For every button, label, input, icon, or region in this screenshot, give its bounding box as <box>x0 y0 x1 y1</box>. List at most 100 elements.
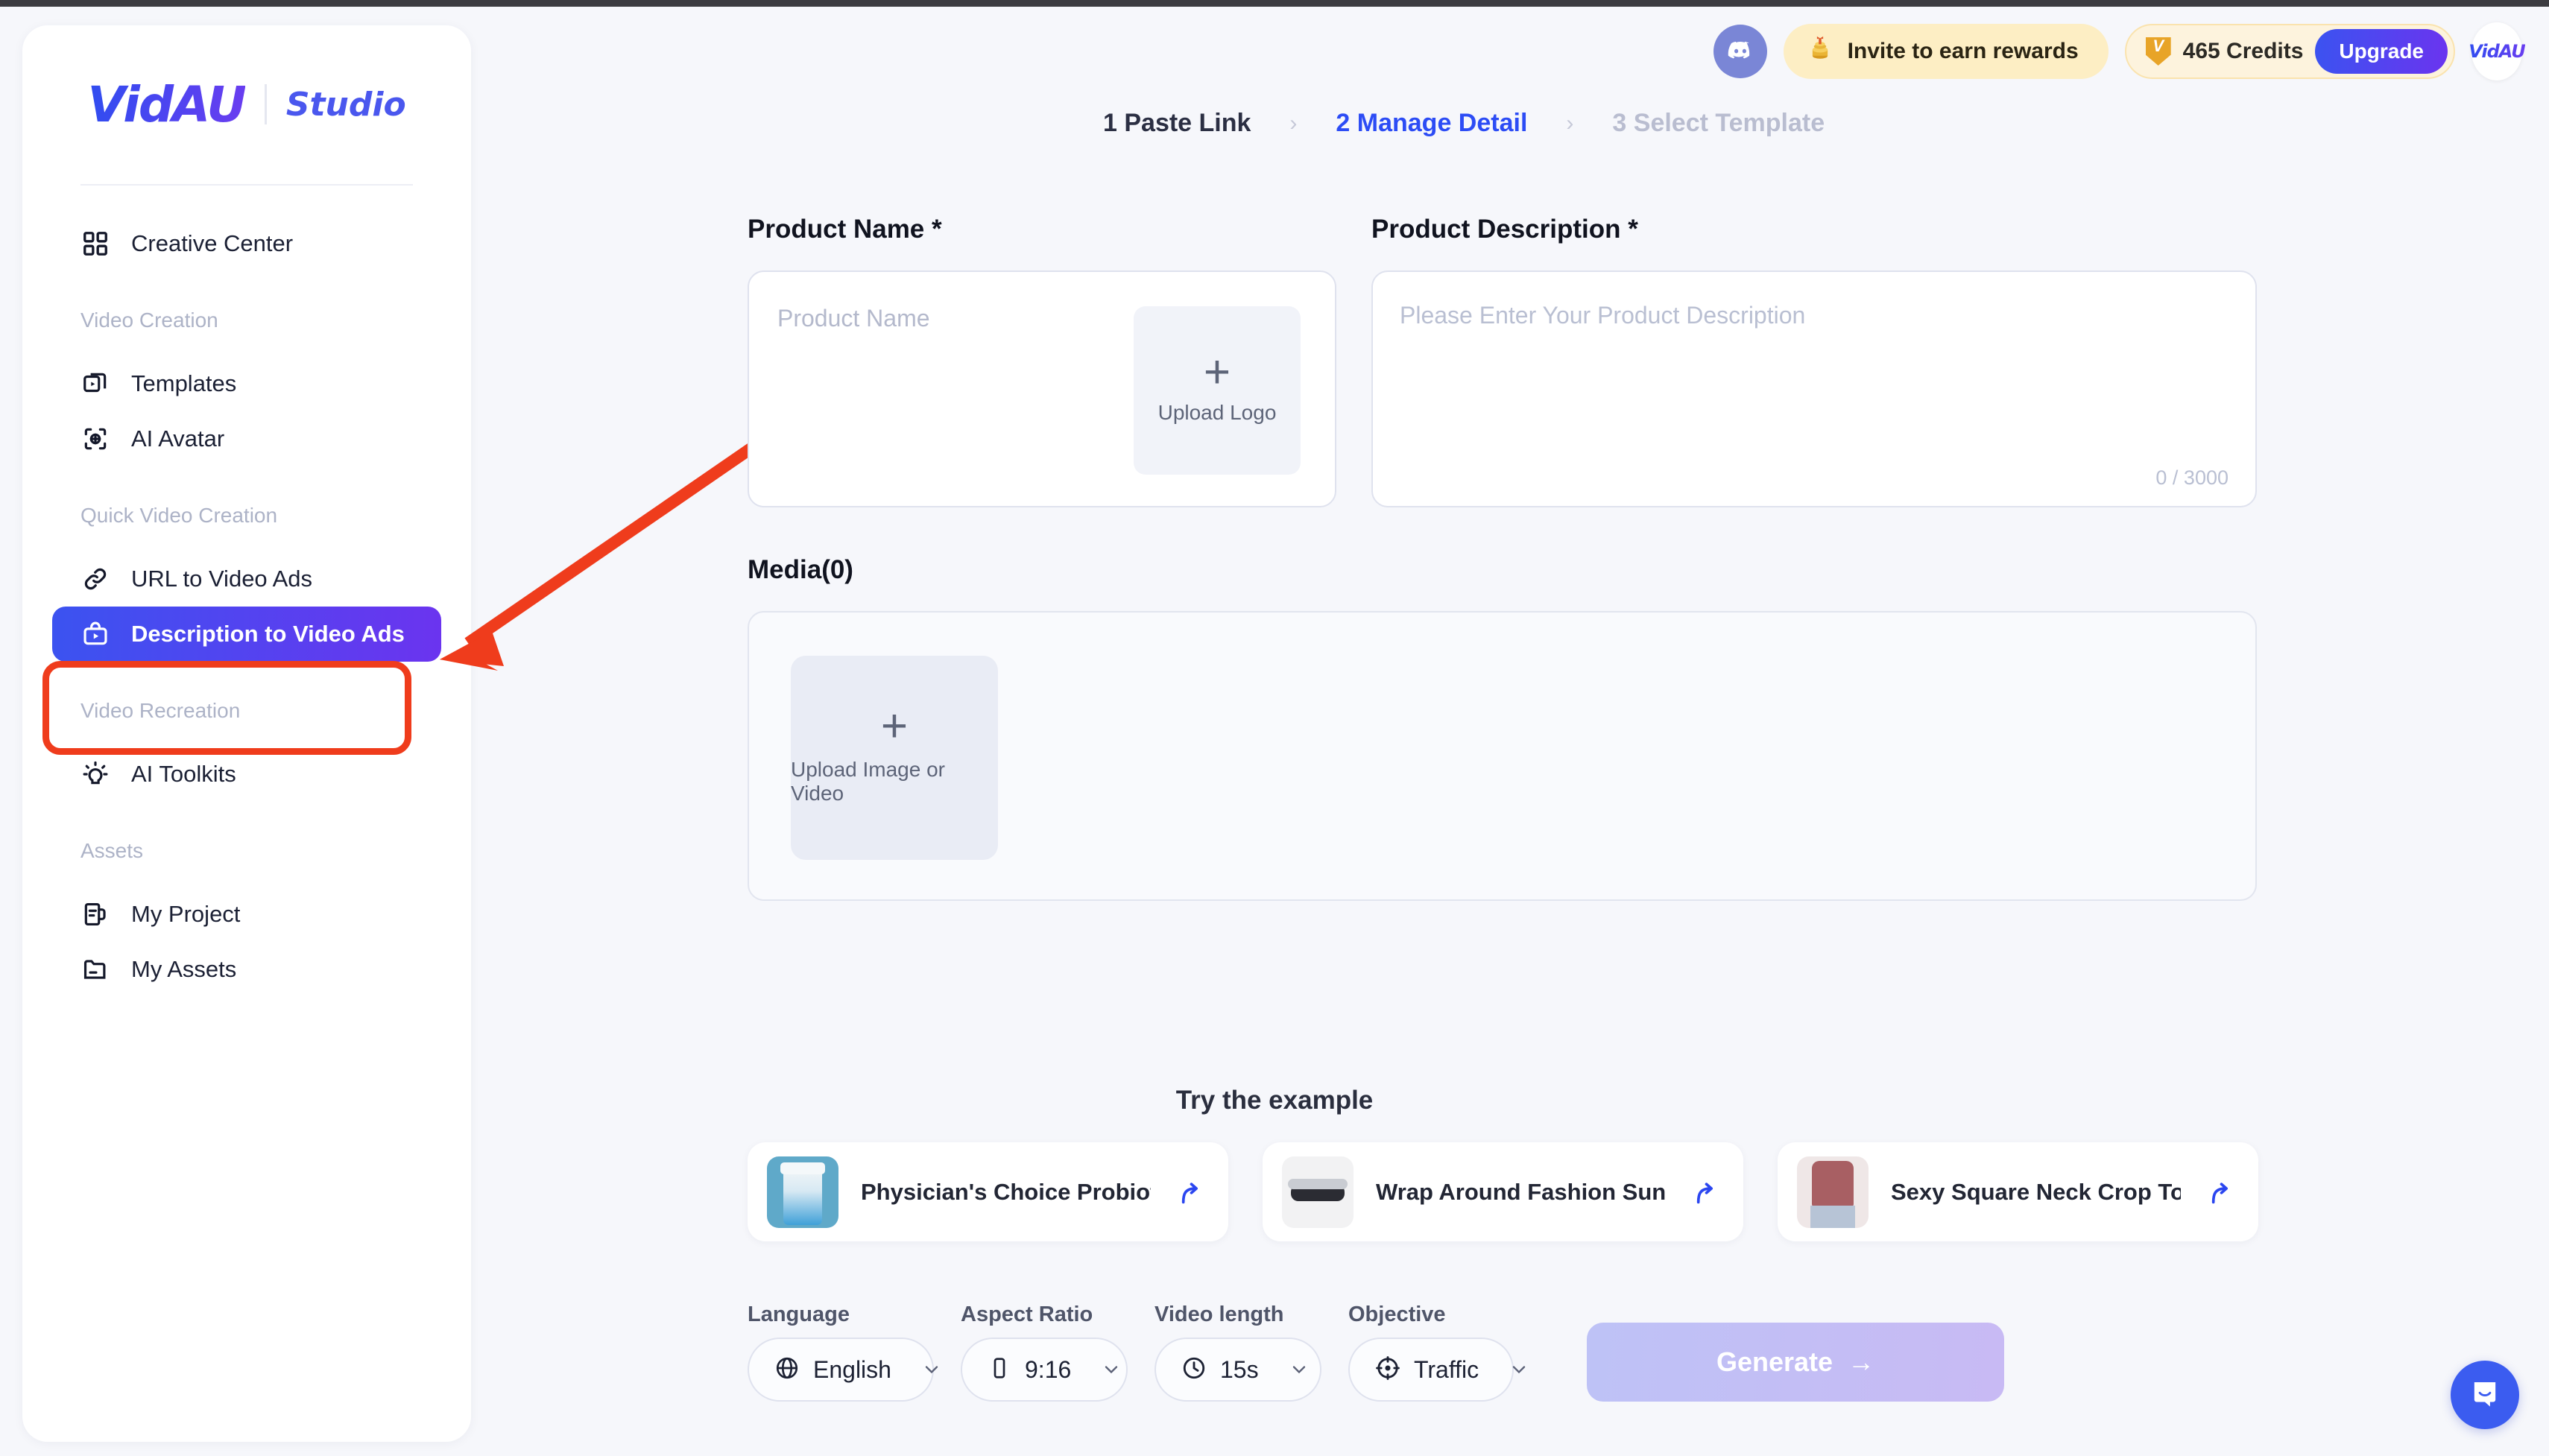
invite-label: Invite to earn rewards <box>1847 39 2079 63</box>
language-value: English <box>813 1355 891 1383</box>
sidebar-item-label: Creative Center <box>131 230 294 256</box>
step-select-template[interactable]: 3 Select Template <box>1612 109 1825 138</box>
target-icon <box>1375 1355 1400 1384</box>
examples-title-text: Try the example <box>1175 1086 1374 1115</box>
clock-icon <box>1181 1355 1207 1384</box>
sidebar-item-creative-center[interactable]: Creative Center <box>52 216 441 271</box>
language-select[interactable]: English <box>748 1338 938 1402</box>
sidebar-divider <box>80 184 413 186</box>
sidebar-group-video-recreation: Video Recreation <box>80 699 241 722</box>
aspect-ratio-control: Aspect Ratio 9:16 <box>961 1303 1128 1402</box>
video-length-select[interactable]: 15s <box>1155 1338 1321 1402</box>
avatar-label: VidAU <box>2469 41 2526 62</box>
ai-avatar-icon <box>80 424 110 454</box>
brand-header: VidAU Studio <box>22 69 471 140</box>
example-card[interactable]: Physician's Choice Probiot... <box>748 1142 1228 1241</box>
generate-label: Generate <box>1716 1346 1833 1377</box>
grid-icon <box>80 229 110 259</box>
sidebar-item-templates[interactable]: Templates <box>52 356 441 411</box>
chevron-down-icon <box>1272 1359 1310 1380</box>
step-paste-link[interactable]: 1 Paste Link <box>1103 109 1251 138</box>
chat-support-button[interactable] <box>2451 1361 2519 1429</box>
sunglasses-thumbnail <box>1282 1156 1354 1228</box>
generation-controls: Language English Aspect Ratio 9:16 Video… <box>748 1303 2004 1402</box>
product-name-input[interactable]: Product Name <box>777 305 930 332</box>
product-name-field[interactable]: Product Name + Upload Logo <box>748 270 1336 507</box>
vidau-logo: VidAU <box>87 75 246 133</box>
try-the-example-heading: Try the example <box>0 1086 2549 1115</box>
chevron-down-icon <box>1492 1359 1529 1380</box>
sidebar-item-description-to-video-ads[interactable]: Description to Video Ads <box>52 607 441 662</box>
use-example-arrow-icon[interactable] <box>1173 1177 1206 1207</box>
media-section-label: Media(0) <box>748 555 853 584</box>
chevron-down-icon <box>905 1359 942 1380</box>
sidebar-item-ai-avatar[interactable]: AI Avatar <box>52 411 441 466</box>
coins-icon <box>1806 34 1834 69</box>
sidebar-item-url-to-video-ads[interactable]: URL to Video Ads <box>52 551 441 607</box>
media-dropzone[interactable]: + Upload Image or Video <box>748 611 2257 901</box>
aspect-ratio-select[interactable]: 9:16 <box>961 1338 1128 1402</box>
sidebar-item-label: AI Avatar <box>131 425 225 452</box>
example-title: Wrap Around Fashion Sun... <box>1376 1178 1666 1205</box>
objective-select[interactable]: Traffic <box>1348 1338 1526 1402</box>
discord-icon <box>1726 36 1754 68</box>
aspect-ratio-value: 9:16 <box>1025 1355 1072 1383</box>
plus-icon: + <box>1203 346 1231 399</box>
product-description-input[interactable]: Please Enter Your Product Description <box>1400 302 1805 329</box>
sidebar-item-label: Templates <box>131 370 237 396</box>
project-icon <box>80 899 110 929</box>
sidebar-nav: Creative Center Video Creation Templates <box>22 216 471 997</box>
v-token-icon: V <box>2145 37 2171 66</box>
avatar[interactable]: VidAU <box>2469 22 2526 80</box>
use-example-arrow-icon[interactable] <box>1688 1177 1721 1207</box>
app-root: VidAU Studio Creative Center Video Creat… <box>0 0 2549 1456</box>
sidebar-item-label: My Assets <box>131 956 237 982</box>
lightbulb-icon <box>80 759 110 789</box>
example-title: Sexy Square Neck Crop To... <box>1891 1178 2181 1205</box>
use-example-arrow-icon[interactable] <box>2203 1177 2236 1207</box>
sidebar-item-my-assets[interactable]: My Assets <box>52 942 441 997</box>
templates-icon <box>80 369 110 399</box>
step-manage-detail[interactable]: 2 Manage Detail <box>1336 109 1527 138</box>
discord-button[interactable] <box>1713 25 1767 78</box>
sidebar-group-quick-video-creation: Quick Video Creation <box>80 504 278 527</box>
chat-bubble-icon <box>2468 1376 2502 1414</box>
product-description-field[interactable]: Please Enter Your Product Description 0 … <box>1371 270 2257 507</box>
examples-row: Physician's Choice Probiot... Wrap Aroun… <box>748 1142 2258 1241</box>
generate-button[interactable]: Generate → <box>1587 1323 2004 1402</box>
example-card[interactable]: Wrap Around Fashion Sun... <box>1263 1142 1743 1241</box>
language-label: Language <box>748 1303 850 1326</box>
link-icon <box>80 564 110 594</box>
step-indicator: 1 Paste Link › 2 Manage Detail › 3 Selec… <box>1103 109 1825 138</box>
sidebar: VidAU Studio Creative Center Video Creat… <box>22 25 471 1442</box>
video-length-control: Video length 15s <box>1155 1303 1321 1402</box>
header-actions: Invite to earn rewards V 465 Credits Upg… <box>1713 22 2526 80</box>
globe-icon <box>774 1355 800 1384</box>
chevron-right-icon: › <box>1566 110 1574 136</box>
upload-logo-label: Upload Logo <box>1157 400 1277 424</box>
upgrade-button[interactable]: Upgrade <box>2315 29 2448 74</box>
upload-image-or-video-button[interactable]: + Upload Image or Video <box>791 656 998 860</box>
objective-control: Objective Traffic <box>1348 1303 1526 1402</box>
phone-icon <box>988 1356 1011 1384</box>
arrow-right-icon: → <box>1848 1346 1875 1377</box>
plus-icon: + <box>880 700 909 753</box>
video-length-value: 15s <box>1220 1355 1259 1383</box>
example-card[interactable]: Sexy Square Neck Crop To... <box>1778 1142 2258 1241</box>
description-character-counter: 0 / 3000 <box>2155 466 2229 489</box>
sidebar-item-label: Description to Video Ads <box>131 621 405 647</box>
language-control: Language English <box>748 1303 938 1402</box>
invite-to-earn-rewards-button[interactable]: Invite to earn rewards <box>1783 24 2109 79</box>
upload-logo-button[interactable]: + Upload Logo <box>1134 306 1301 475</box>
sidebar-item-my-project[interactable]: My Project <box>52 887 441 942</box>
sidebar-item-label: AI Toolkits <box>131 761 236 787</box>
product-description-label: Product Description * <box>1371 215 1638 244</box>
credits-pill: V 465 Credits Upgrade <box>2124 24 2455 79</box>
example-title: Physician's Choice Probiot... <box>861 1178 1151 1205</box>
brand-separator <box>264 84 267 124</box>
chevron-down-icon <box>1084 1359 1122 1380</box>
sidebar-item-label: My Project <box>131 901 241 927</box>
sidebar-item-ai-toolkits[interactable]: AI Toolkits <box>52 747 441 802</box>
objective-value: Traffic <box>1414 1355 1479 1383</box>
objective-label: Objective <box>1348 1303 1446 1326</box>
